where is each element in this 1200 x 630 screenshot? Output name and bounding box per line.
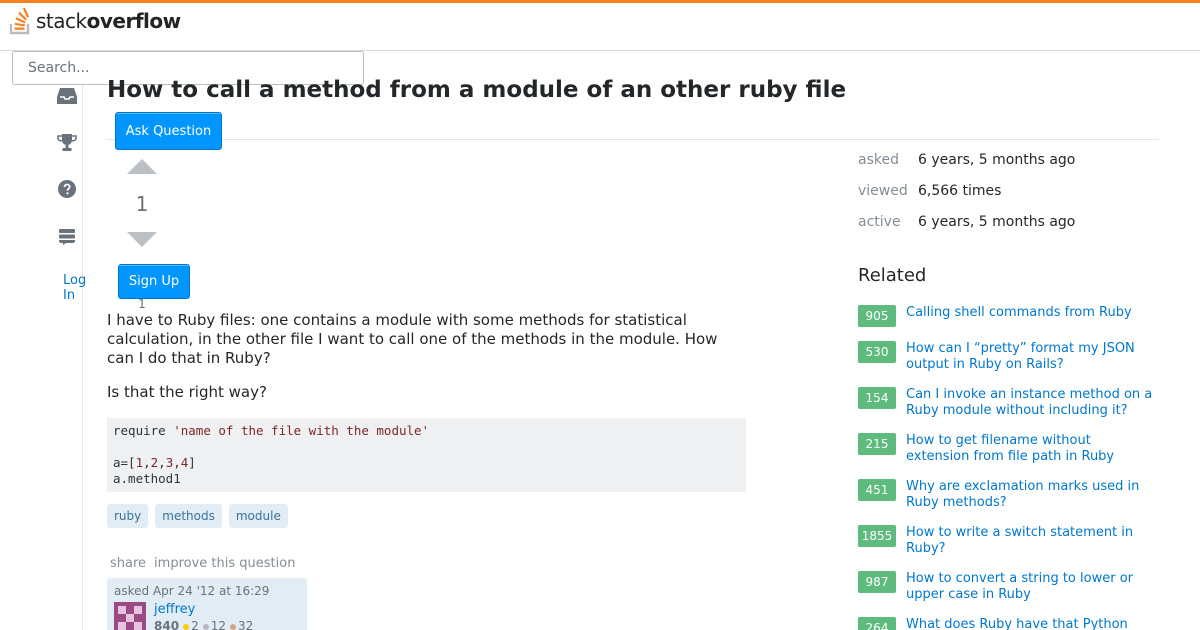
related-link[interactable]: How to write a switch statement in Ruby?: [906, 525, 1158, 557]
inbox-icon[interactable]: [56, 85, 78, 107]
related-score[interactable]: 905: [858, 305, 896, 327]
body-paragraph: I have to Ruby files: one contains a mod…: [107, 311, 718, 367]
question-title[interactable]: How to call a method from a module of an…: [107, 77, 846, 103]
favorite-count: 1: [138, 297, 146, 311]
upvote-arrow-icon[interactable]: [127, 159, 157, 174]
stat-row: active 6 years, 5 months ago: [858, 214, 1076, 230]
related-link[interactable]: Calling shell commands from Ruby: [906, 305, 1132, 327]
bronze-badge-icon: [229, 623, 236, 630]
question-body: I have to Ruby files: one contains a mod…: [107, 311, 747, 417]
related-item: 530 How can I “pretty” format my JSON out…: [858, 341, 1158, 373]
tag-module[interactable]: module: [228, 504, 288, 528]
related-item: 154 Can I invoke an instance method on a …: [858, 387, 1158, 419]
related-link[interactable]: How to convert a string to lower or uppe…: [906, 571, 1158, 603]
avatar[interactable]: [114, 602, 146, 630]
stat-row: viewed 6,566 times: [858, 183, 1002, 199]
review-queue-icon[interactable]: [56, 225, 78, 247]
ask-question-button[interactable]: Ask Question: [115, 112, 222, 150]
related-score[interactable]: 530: [858, 341, 896, 363]
tag-ruby[interactable]: ruby: [107, 504, 149, 528]
vote-count: 1: [135, 192, 149, 216]
gold-badge-icon: [183, 623, 190, 630]
left-nav: Log In: [0, 51, 86, 630]
related-item: 1855 How to write a switch statement in R…: [858, 525, 1158, 557]
owner-name[interactable]: jeffrey: [154, 602, 253, 617]
asked-time: asked Apr 24 '12 at 16:29: [114, 584, 270, 598]
share-link[interactable]: share: [110, 556, 146, 571]
tag-list: ruby methods module: [107, 504, 288, 528]
stackoverflow-logo[interactable]: stackoverflow: [8, 6, 181, 36]
question-stats: asked 6 years, 5 months ago viewed 6,566 t…: [858, 152, 1075, 245]
owner-card: asked Apr 24 '12 at 16:29 jeffrey 840 2 12…: [107, 578, 307, 630]
related-score[interactable]: 987: [858, 571, 896, 593]
code-block: require 'name of the file with the modul…: [107, 418, 746, 492]
related-score[interactable]: 451: [858, 479, 896, 501]
logo-text: stackoverflow: [36, 9, 181, 33]
related-score[interactable]: 1855: [858, 525, 896, 547]
related-item: 905 Calling shell commands from Ruby: [858, 305, 1158, 327]
related-link[interactable]: What does Ruby have that Python: [906, 617, 1128, 630]
login-link[interactable]: Log In: [63, 273, 86, 303]
top-bar: stackoverflow: [0, 0, 1200, 51]
related-item: 987 How to convert a string to lower or u…: [858, 571, 1158, 603]
help-icon[interactable]: [56, 178, 78, 200]
related-item: 215 How to get filename without extension…: [858, 433, 1158, 465]
related-link[interactable]: Can I invoke an instance method on a Rub…: [906, 387, 1158, 419]
related-score[interactable]: 154: [858, 387, 896, 409]
sign-up-button[interactable]: Sign Up: [118, 264, 190, 299]
stackoverflow-logo-icon: [9, 7, 30, 35]
trophy-icon[interactable]: [56, 131, 78, 153]
stat-row: asked 6 years, 5 months ago: [858, 152, 1076, 168]
related-item: 451 Why are exclamation marks used in Rub…: [858, 479, 1158, 511]
related-link[interactable]: How to get filename without extension fr…: [906, 433, 1158, 465]
tag-methods[interactable]: methods: [155, 504, 222, 528]
post-menu: share improve this question: [110, 556, 295, 571]
downvote-arrow-icon[interactable]: [127, 232, 157, 247]
related-score[interactable]: 215: [858, 433, 896, 455]
related-item: 264 What does Ruby have that Python: [858, 617, 1158, 630]
improve-question-link[interactable]: improve this question: [154, 556, 295, 571]
related-score[interactable]: 264: [858, 617, 896, 630]
body-paragraph: Is that the right way?: [107, 383, 267, 401]
silver-badge-icon: [202, 623, 209, 630]
title-divider: [107, 139, 1159, 140]
related-link[interactable]: How can I “pretty” format my JSON output…: [906, 341, 1158, 373]
related-heading: Related: [858, 265, 927, 286]
related-link[interactable]: Why are exclamation marks used in Ruby m…: [906, 479, 1158, 511]
owner-reputation: 840 2 12 32: [154, 619, 254, 630]
